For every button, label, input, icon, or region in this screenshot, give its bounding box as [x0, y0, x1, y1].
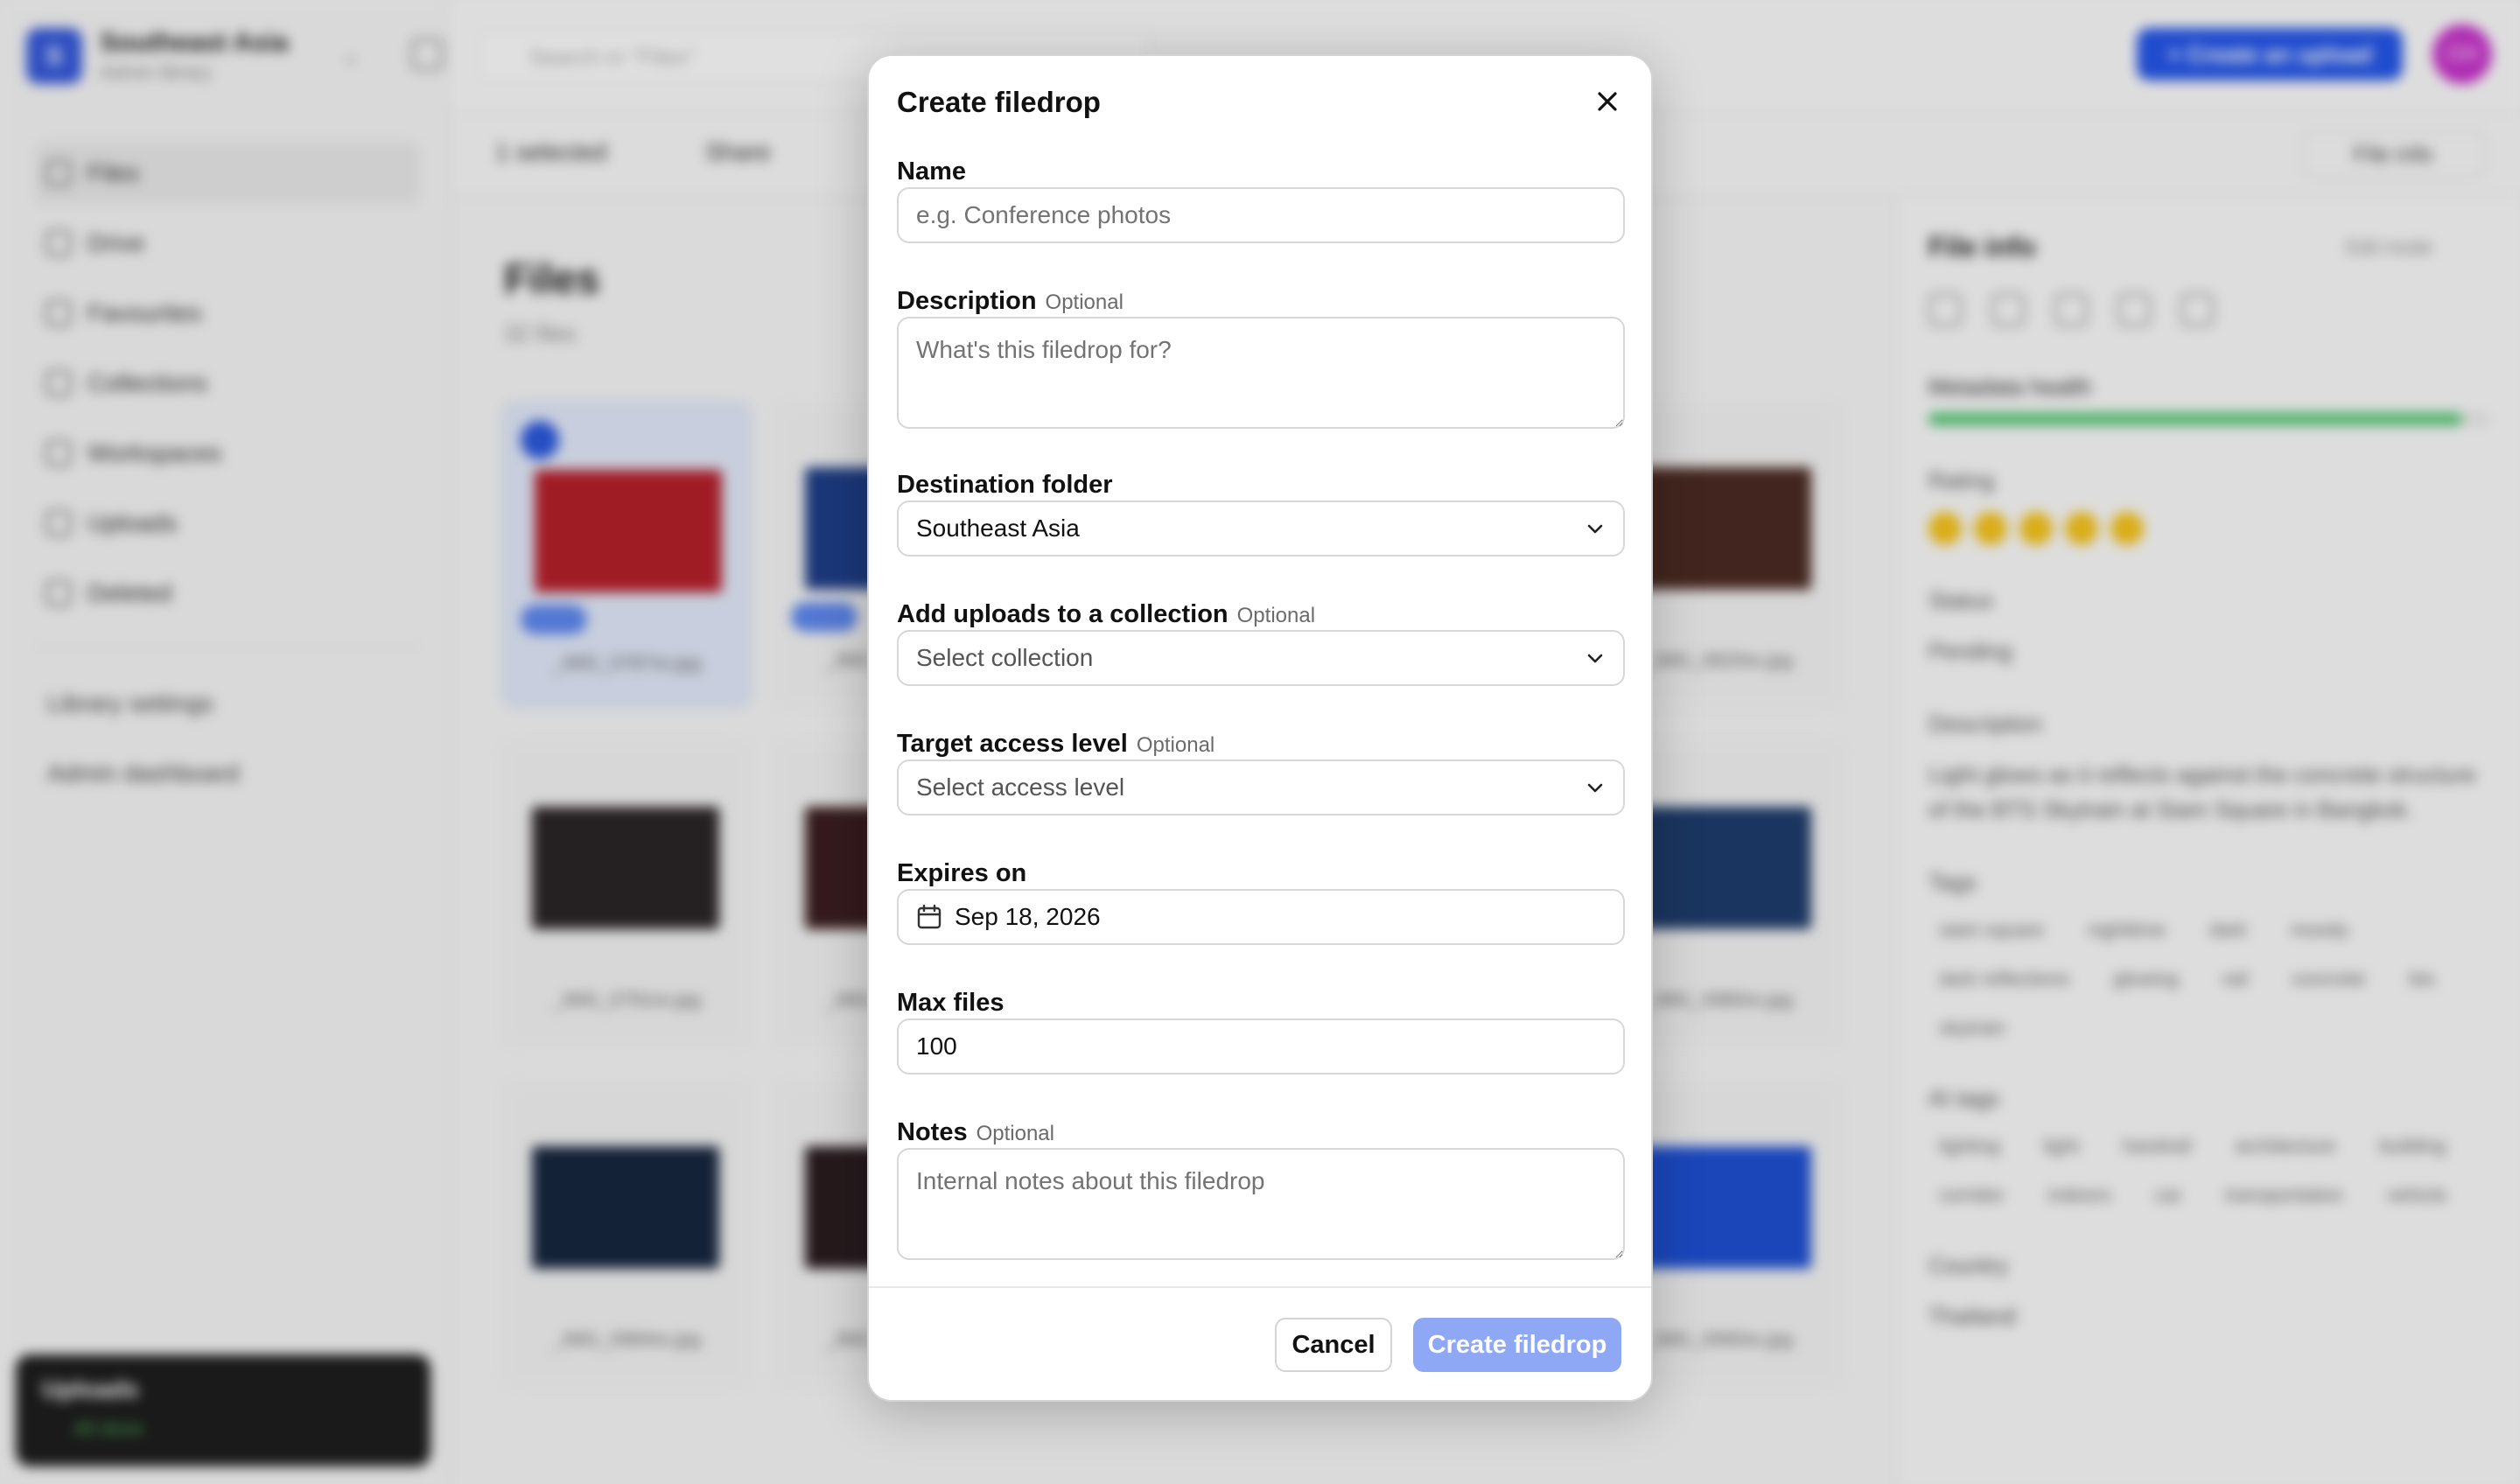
name-label-text: Name — [897, 158, 966, 186]
optional-tag: Optional — [1136, 733, 1215, 757]
cancel-button[interactable]: Cancel — [1275, 1318, 1392, 1372]
notes-label: Notes Optional — [897, 1118, 1054, 1147]
access-level-placeholder: Select access level — [916, 774, 1125, 801]
dialog-footer: Cancel Create filedrop — [869, 1286, 1651, 1400]
access-level-label-text: Target access level — [897, 730, 1128, 758]
expires-date-picker[interactable]: Sep 18, 2026 — [897, 889, 1625, 945]
chevron-down-icon — [1587, 524, 1603, 534]
calendar-icon — [917, 904, 942, 929]
name-input[interactable] — [897, 187, 1625, 243]
collection-select[interactable]: Select collection — [897, 630, 1625, 686]
description-field-label: Description Optional — [897, 287, 1124, 316]
max-files-input[interactable] — [897, 1018, 1625, 1074]
collection-label: Add uploads to a collection Optional — [897, 600, 1315, 629]
expires-label-text: Expires on — [897, 859, 1027, 887]
access-level-label: Target access level Optional — [897, 730, 1214, 759]
collection-label-text: Add uploads to a collection — [897, 600, 1228, 628]
create-filedrop-dialog: Create filedrop Name Description Optional… — [867, 54, 1653, 1402]
description-textarea[interactable] — [897, 317, 1625, 429]
destination-label: Destination folder — [897, 471, 1113, 500]
access-level-select[interactable]: Select access level — [897, 760, 1625, 816]
chevron-down-icon — [1587, 783, 1603, 793]
optional-tag: Optional — [976, 1122, 1054, 1145]
dialog-title: Create filedrop — [897, 86, 1101, 118]
notes-label-text: Notes — [897, 1118, 968, 1146]
close-button[interactable] — [1586, 80, 1628, 122]
destination-label-text: Destination folder — [897, 471, 1113, 499]
chevron-down-icon — [1587, 654, 1603, 663]
optional-tag: Optional — [1045, 290, 1124, 314]
close-icon — [1598, 92, 1617, 111]
create-filedrop-button[interactable]: Create filedrop — [1413, 1318, 1621, 1372]
expires-date-value: Sep 18, 2026 — [955, 903, 1101, 930]
max-files-label-text: Max files — [897, 989, 1004, 1017]
destination-folder-select[interactable]: Southeast Asia — [897, 500, 1625, 556]
optional-tag: Optional — [1236, 604, 1316, 627]
collection-placeholder: Select collection — [916, 644, 1094, 671]
name-label: Name — [897, 158, 966, 186]
notes-textarea[interactable] — [897, 1148, 1625, 1260]
max-files-label: Max files — [897, 989, 1004, 1018]
expires-label: Expires on — [897, 859, 1026, 888]
destination-folder-value: Southeast Asia — [916, 514, 1080, 542]
description-label-text: Description — [897, 287, 1037, 315]
